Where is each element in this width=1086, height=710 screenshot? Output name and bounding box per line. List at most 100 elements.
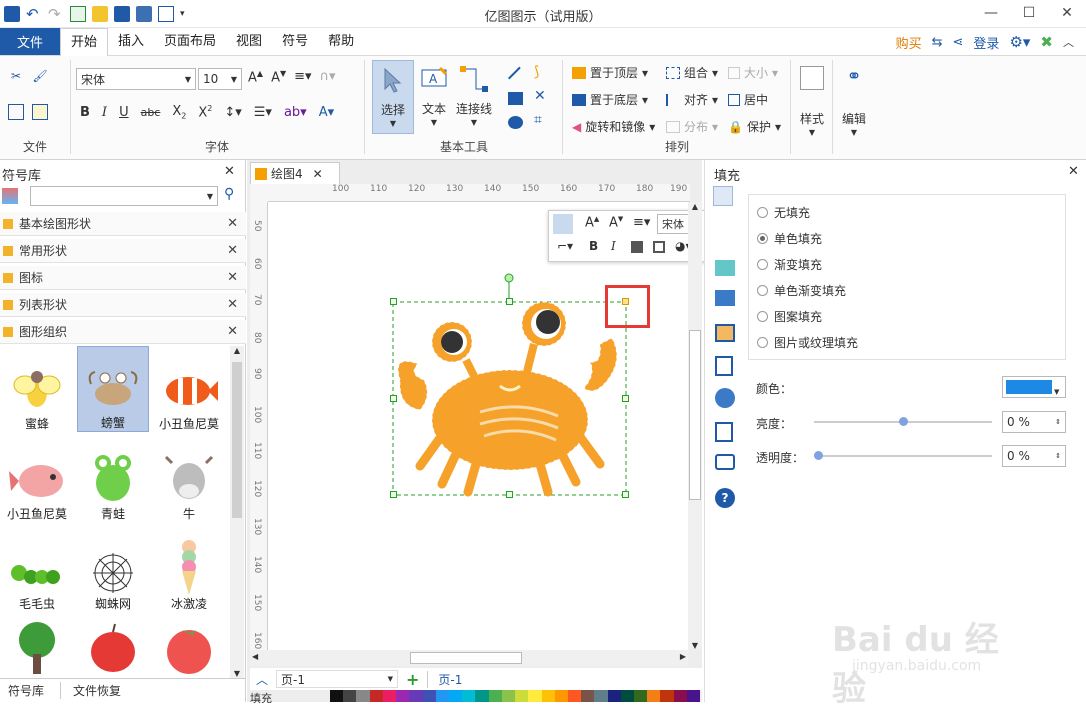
align-button[interactable]: 对齐 ▾ [666,91,718,108]
align-icon[interactable]: ≡▾ [633,215,650,230]
italic-icon[interactable]: I [102,105,107,120]
pointer-icon[interactable] [553,214,573,234]
close-button[interactable]: ✕ [1048,0,1086,26]
group-button[interactable]: 组合 ▾ [666,64,718,81]
scroll-left-icon[interactable]: ◀ [252,652,258,661]
shape-bee[interactable]: 蜜蜂 [1,346,73,432]
close-icon[interactable]: ✕ [313,167,323,181]
fill-option-solid[interactable]: 单色填充 [757,225,1057,251]
send-to-bottom-button[interactable]: 置于底层 ▾ [572,91,655,108]
connector-icon[interactable]: ⌐▾ [557,239,573,253]
close-icon[interactable]: ✕ [227,297,238,312]
line-icon[interactable] [508,66,531,90]
stepper-icon[interactable]: ⇕ [1055,452,1061,460]
maximize-button[interactable]: ☐ [1010,0,1048,26]
search-icon[interactable]: ⚲ [224,186,234,202]
shape-clownfish[interactable]: 小丑鱼尼莫 [153,346,225,432]
scroll-down-icon[interactable]: ▼ [688,641,702,650]
paste-icon[interactable] [32,104,48,120]
edit-button[interactable]: ⚭ 编辑 ▼ [838,62,870,146]
bold-icon[interactable]: B [589,239,598,253]
shape-crab[interactable]: 螃蟹 [77,346,149,432]
resize-handle-bl[interactable] [390,491,397,498]
shape-grid-scrollbar[interactable]: ▲ ▼ [230,346,244,678]
underline-icon[interactable]: U [119,105,129,120]
close-icon[interactable]: ✕ [227,243,238,258]
fill-option-pattern[interactable]: 图案填充 [757,303,1057,329]
connector-tool-button[interactable]: 连接线 ▼ [454,60,494,134]
superscript-icon[interactable]: X2 [198,104,212,120]
center-button[interactable]: 居中 [728,91,781,108]
fill-option-none[interactable]: 无填充 [757,199,1057,225]
hyperlink-icon[interactable] [715,388,735,408]
bullets-icon[interactable]: ☰▾ [254,105,272,120]
resize-handle-mr[interactable] [622,395,629,402]
copy-icon[interactable] [8,104,24,120]
library-item[interactable]: 列表形状 ✕ [0,293,246,317]
scroll-up-icon[interactable]: ▲ [230,346,244,355]
library-item[interactable]: 常用形状 ✕ [0,239,246,263]
format-painter-icon[interactable]: ✂ [8,68,24,84]
library-item[interactable]: 基本绘图形状 ✕ [0,212,246,236]
font-family-select[interactable]: 宋体 ▼ [76,68,196,90]
tab-symbol-library[interactable]: 符号库 [8,682,44,699]
crop-icon[interactable]: ⌗ [534,112,542,128]
crab-shape[interactable] [380,270,640,506]
grow-font-icon[interactable]: A▲ [585,215,599,230]
brush-icon[interactable]: 🖌 [32,68,48,84]
library-item[interactable]: 图标 ✕ [0,266,246,290]
shape-clownfish-2[interactable]: 小丑鱼尼莫 [1,436,73,522]
select-tool-button[interactable]: 选择 ▼ [372,60,414,134]
resize-handle-br[interactable] [622,491,629,498]
slider-thumb[interactable] [899,417,908,426]
slider-thumb[interactable] [814,451,823,460]
tab-file-recovery[interactable]: 文件恢复 [60,682,121,699]
minimize-button[interactable]: — [972,0,1010,26]
canvas-horizontal-scrollbar[interactable]: ◀ ▶ [250,650,688,666]
page-tab[interactable]: 页-1 [427,670,462,688]
image-icon[interactable] [715,290,735,306]
distribute-button[interactable]: 分布 ▾ [666,118,718,135]
buy-link[interactable]: 购买 [896,33,922,52]
scrollbar-thumb[interactable] [410,652,522,664]
file-menu[interactable]: 文件 [0,28,60,55]
shape-tomato[interactable] [153,616,225,676]
close-icon[interactable]: ✕ [224,164,235,179]
attachment-icon[interactable] [715,422,733,442]
tab-view[interactable]: 视图 [226,28,272,56]
tab-symbol[interactable]: 符号 [272,28,318,56]
library-search-input[interactable]: ▼ [30,186,218,206]
scroll-up-icon[interactable]: ▲ [688,202,702,211]
page-properties-icon[interactable] [715,356,733,376]
subscript-icon[interactable]: X2 [172,104,186,121]
scroll-right-icon[interactable]: ▶ [680,652,686,661]
fill-bucket-icon[interactable] [713,186,733,206]
shape-frog[interactable]: 青蛙 [77,436,149,522]
protect-button[interactable]: 🔒 保护 ▾ [728,118,781,135]
fill-icon[interactable] [631,241,643,253]
shape-spider-web[interactable]: 蜘蛛网 [77,526,149,612]
cross-icon[interactable]: ✕ [534,88,546,104]
grow-font-icon[interactable]: A▲ [248,69,263,85]
italic-icon[interactable]: I [611,239,616,253]
chevron-up-icon[interactable]: ︿ [250,671,268,688]
app-cross-icon[interactable]: ✖ [1040,33,1053,51]
curve-icon[interactable]: ∩▾ [320,69,336,85]
color-swatch-bar[interactable] [330,690,701,702]
shrink-font-icon[interactable]: A▼ [271,69,286,85]
fill-option-picture[interactable]: 图片或纹理填充 [757,329,1057,355]
rotate-mirror-button[interactable]: ◀ 旋转和镜像 ▾ [572,118,655,135]
help-icon[interactable]: ? [715,488,735,508]
tab-page-layout[interactable]: 页面布局 [154,28,226,56]
bold-icon[interactable]: B [80,105,90,120]
document-tab[interactable]: 绘图4 ✕ [250,162,340,184]
comment-icon[interactable] [715,454,735,470]
shape-caterpillar[interactable]: 毛毛虫 [1,526,73,612]
font-color-icon[interactable]: A▾ [319,105,334,120]
font-size-select[interactable]: 10 ▼ [198,68,242,90]
collapse-ribbon-icon[interactable]: ︿ [1063,34,1074,50]
brightness-input[interactable]: 0 % ⇕ [1002,411,1066,433]
text-tool-button[interactable]: A 文本 ▼ [416,60,452,134]
style-button[interactable]: 样式 ▼ [796,62,828,146]
close-icon[interactable]: ✕ [227,270,238,285]
